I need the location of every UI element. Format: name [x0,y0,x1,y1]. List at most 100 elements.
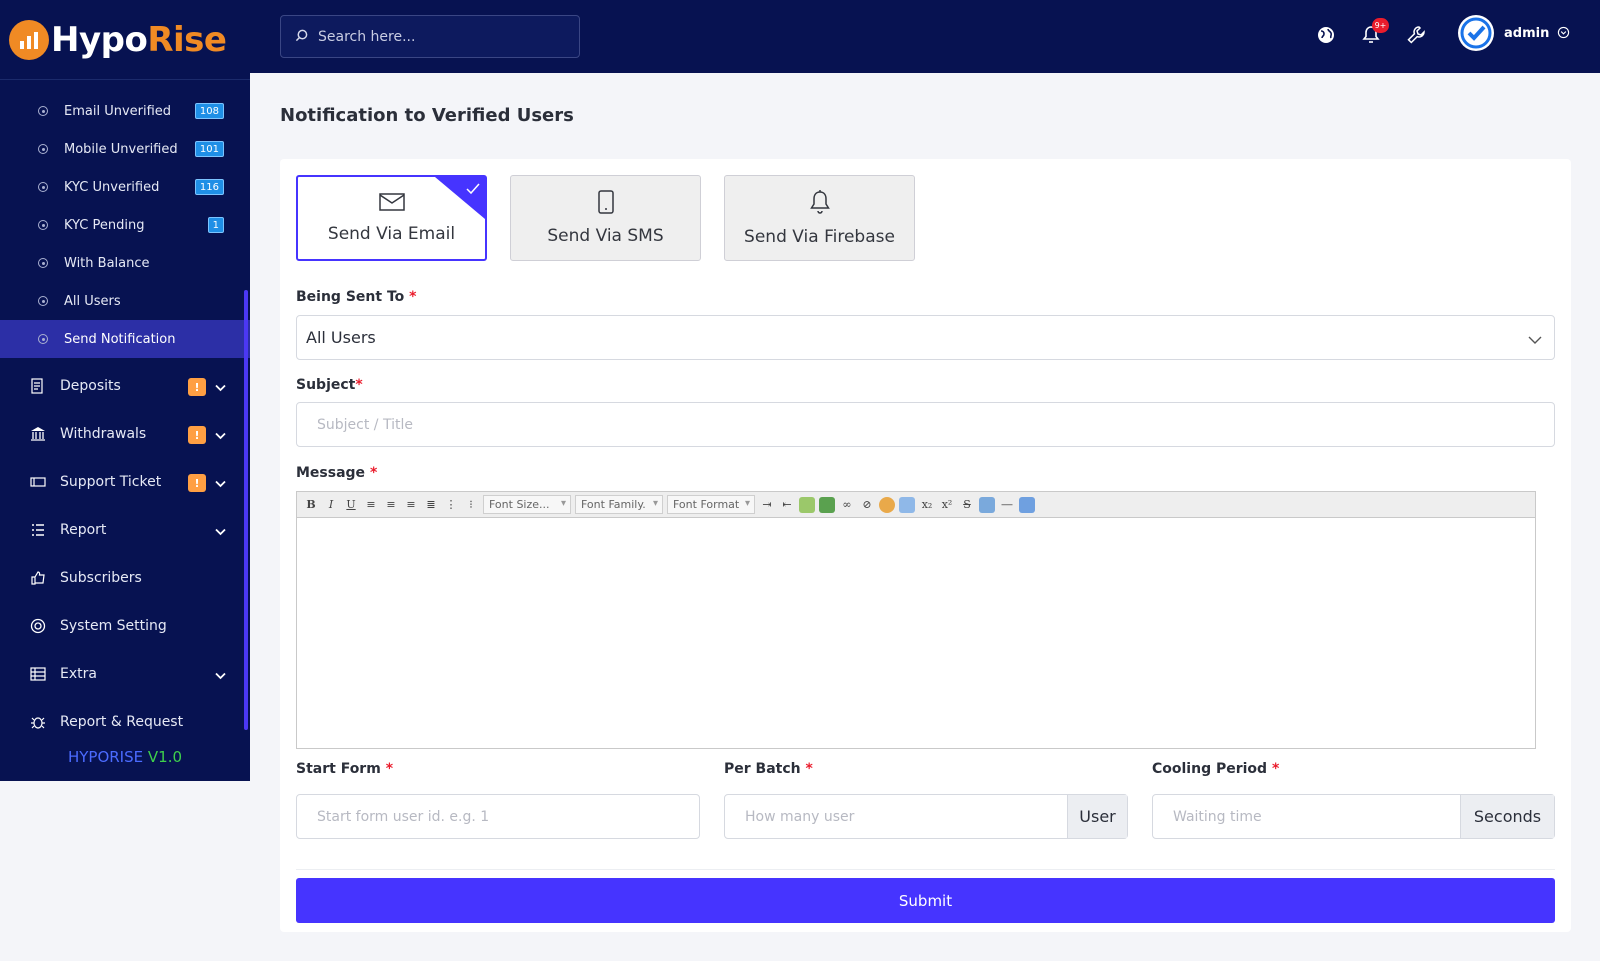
globe-icon[interactable] [1313,22,1339,48]
username: admin [1504,25,1550,41]
sidebar-item-extra[interactable]: Extra [0,650,250,698]
method-sms-label: Send Via SMS [547,226,664,246]
start-form-field[interactable]: Start form user id. e.g. 1 [296,794,700,839]
warning-badge: ! [188,474,206,492]
deposits-icon [30,378,46,394]
being-sent-to-select[interactable]: All Users [296,315,1555,360]
sidebar-subitem-email-unverified[interactable]: Email Unverified 108 [0,92,250,130]
method-sms[interactable]: Send Via SMS [510,175,701,261]
mobile-icon [597,190,615,218]
sidebar-item-subscribers[interactable]: Subscribers [0,554,250,602]
required-mark: * [1271,761,1280,777]
underline-icon[interactable]: U [343,497,359,513]
divider [296,869,1555,870]
horizontal-rule-icon[interactable]: ― [999,497,1015,513]
sidebar-subitem-label: Send Notification [64,331,176,347]
sidebar-item-support-ticket[interactable]: Support Ticket! [0,458,250,506]
avatar [1458,15,1494,51]
subject-field[interactable]: Subject / Title [296,402,1555,447]
subject-label: Subject* [296,377,363,393]
notification-form-card: Send Via Email Send Via SMS Send Via Fir… [280,159,1571,932]
link-icon[interactable]: ∞ [839,497,855,513]
start-form-label: Start Form * [296,761,393,777]
italic-icon[interactable]: I [323,497,339,513]
sidebar-item-system-setting[interactable]: System Setting [0,602,250,650]
cooling-period-field[interactable]: Waiting time Seconds [1152,794,1555,839]
color-icon[interactable] [879,496,895,513]
circle-dot-icon [38,296,48,306]
remove-format-icon[interactable] [979,496,995,513]
message-label-text: Message [296,465,366,481]
sidebar-item-report[interactable]: Report [0,506,250,554]
chevron-down-icon [215,524,226,540]
thumbs-up-icon [30,570,46,586]
circle-dot-icon [38,334,48,344]
required-mark: * [385,761,394,777]
brand-name: HypoRise [51,20,227,60]
indent-icon[interactable]: ⇥ [759,497,775,513]
count-badge: 116 [194,179,224,195]
method-email-label: Send Via Email [327,224,456,244]
subscript-icon[interactable]: x₂ [919,497,935,513]
sidebar-subitem-mobile-unverified[interactable]: Mobile Unverified 101 [0,130,250,168]
sidebar-item-withdrawals[interactable]: Withdrawals! [0,410,250,458]
brand-logo[interactable]: HypoRise [0,0,250,80]
align-right-icon[interactable]: ≡ [403,497,419,513]
sidebar-subitem-all-users[interactable]: All Users [0,282,250,320]
life-ring-icon [30,618,46,634]
notification-badge: 9+ [1372,18,1389,33]
message-editor[interactable]: B I U ≡ ≡ ≡ ≣ ⋮ ⁝ Font Size... Font Fami… [296,491,1536,749]
strikethrough-icon[interactable]: S [959,497,975,513]
sidebar-item-report-request[interactable]: Report & Request [0,698,250,746]
sidebar-subitem-label: Email Unverified [64,103,172,119]
sidebar-item-label: System Setting [60,618,167,634]
version-label: HYPORISE V1.0 [0,748,250,766]
search-box[interactable] [280,15,580,58]
method-email[interactable]: Send Via Email [296,175,487,261]
font-family-select[interactable]: Font Family. [575,495,663,514]
font-size-select[interactable]: Font Size... [483,495,571,514]
count-badge: 1 [207,217,224,233]
search-input[interactable] [318,28,558,45]
per-batch-field[interactable]: How many user User [724,794,1128,839]
wrench-icon[interactable] [1403,22,1429,48]
bold-icon[interactable]: B [303,497,319,513]
start-form-placeholder: Start form user id. e.g. 1 [317,808,490,825]
ordered-list-icon[interactable]: ⋮ [443,497,459,513]
image-icon[interactable] [799,496,815,513]
sidebar: HypoRise Email Unverified 108 Mobile Unver… [0,0,250,781]
unlink-icon[interactable]: ⊘ [859,497,875,513]
unordered-list-icon[interactable]: ⁝ [463,497,479,513]
sidebar-item-label: Report & Request [60,714,184,730]
align-center-icon[interactable]: ≡ [383,497,399,513]
edit-icon[interactable] [899,496,915,513]
sidebar-scrollbar[interactable] [244,290,248,730]
align-left-icon[interactable]: ≡ [363,497,379,513]
sidebar-item-label: Report [60,522,107,538]
being-sent-to-label: Being Sent To * [296,289,416,305]
circle-dot-icon [38,144,48,154]
outdent-icon[interactable]: ⇤ [779,497,795,513]
list-icon [30,522,46,538]
subject-label-text: Subject [296,377,356,393]
topbar: 9+ admin [250,0,1600,73]
sidebar-subitem-with-balance[interactable]: With Balance [0,244,250,282]
user-menu[interactable]: admin [1458,15,1570,51]
html-source-icon[interactable] [1019,496,1035,513]
bell-icon[interactable]: 9+ [1358,18,1389,48]
submit-button[interactable]: Submit [296,878,1555,923]
sidebar-item-deposits[interactable]: Deposits! [0,362,250,410]
method-firebase[interactable]: Send Via Firebase [724,175,915,261]
superscript-icon[interactable]: x² [939,497,955,513]
chevron-down-icon [215,428,226,444]
justify-icon[interactable]: ≣ [423,497,439,513]
circle-dot-icon [38,106,48,116]
sidebar-subitem-kyc-unverified[interactable]: KYC Unverified 116 [0,168,250,206]
start-form-label-text: Start Form [296,761,381,777]
sidebar-subitem-send-notification[interactable]: Send Notification [0,320,250,358]
upload-icon[interactable] [819,496,835,513]
font-format-select[interactable]: Font Format [667,495,755,514]
warning-badge: ! [188,426,206,444]
sidebar-subitem-kyc-pending[interactable]: KYC Pending 1 [0,206,250,244]
chevron-down-icon [215,668,226,684]
